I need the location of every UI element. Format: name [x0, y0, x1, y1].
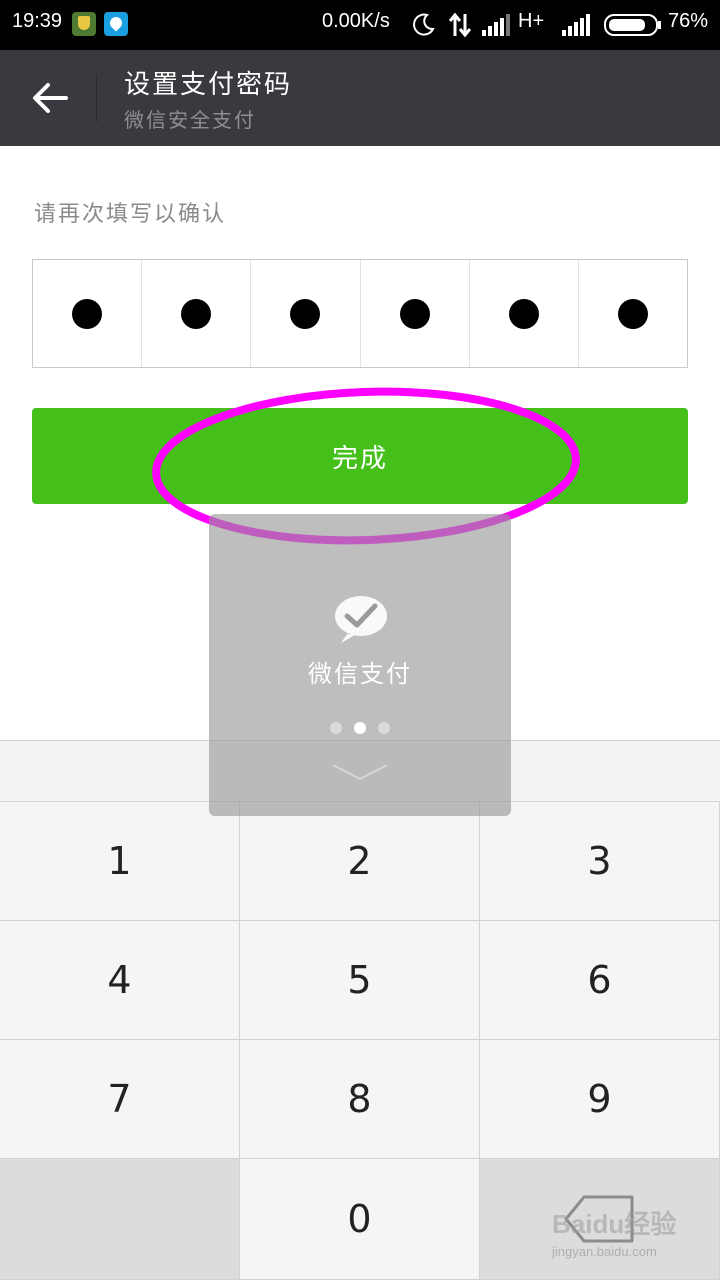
page-dot-active — [354, 722, 366, 734]
key-8[interactable]: 8 — [240, 1040, 480, 1159]
page-dot — [378, 722, 390, 734]
pin-dot — [508, 298, 539, 329]
battery-percent: 76% — [668, 10, 709, 32]
page-title: 设置支付密码 — [124, 70, 293, 100]
pin-dot — [617, 298, 648, 329]
pin-cell — [33, 260, 143, 367]
backspace-icon — [564, 1195, 633, 1243]
confirm-hint: 请再次填写以确认 — [34, 202, 227, 227]
title-bar: 设置支付密码 微信安全支付 — [0, 50, 720, 146]
status-bar: 19:39 0.00K/s H+ 76% — [0, 0, 720, 50]
title-divider — [96, 74, 97, 122]
key-5[interactable]: 5 — [240, 921, 480, 1040]
pin-cell — [361, 260, 470, 367]
key-blank — [0, 1159, 240, 1280]
pin-cell — [251, 260, 361, 367]
moon-icon — [413, 13, 435, 36]
signal-icon — [482, 14, 510, 36]
key-3[interactable]: 3 — [480, 802, 720, 921]
key-9[interactable]: 9 — [480, 1040, 720, 1159]
network-speed: 0.00K/s — [322, 10, 390, 32]
pin-dot — [72, 298, 103, 329]
chevron-down-icon[interactable] — [331, 762, 389, 782]
network-type: H+ — [518, 10, 545, 32]
pin-cell — [579, 260, 687, 367]
wechat-pay-toast: 微信支付 — [209, 514, 511, 816]
key-4[interactable]: 4 — [0, 921, 240, 1040]
back-button[interactable] — [22, 72, 78, 124]
pin-cell — [470, 260, 579, 367]
shield-app-icon — [72, 12, 96, 36]
toast-label: 微信支付 — [308, 660, 412, 688]
key-2[interactable]: 2 — [240, 802, 480, 921]
key-1[interactable]: 1 — [0, 802, 240, 921]
pin-cell — [142, 260, 252, 367]
signal-icon — [562, 14, 590, 36]
battery-icon — [604, 14, 661, 36]
status-time: 19:39 — [12, 10, 63, 32]
key-6[interactable]: 6 — [480, 921, 720, 1040]
data-arrows-icon — [448, 12, 472, 38]
pin-dot — [399, 298, 430, 329]
key-7[interactable]: 7 — [0, 1040, 240, 1159]
page-indicator — [209, 722, 511, 734]
water-drop-app-icon — [104, 12, 128, 36]
pin-input[interactable] — [32, 259, 688, 368]
done-button[interactable]: 完成 — [32, 408, 688, 504]
wechat-pay-logo-icon — [335, 596, 387, 643]
delete-key[interactable] — [480, 1159, 720, 1280]
page-subtitle: 微信安全支付 — [124, 108, 256, 132]
pin-dot — [290, 298, 321, 329]
pin-dot — [181, 298, 212, 329]
number-keypad: 1 2 3 4 5 6 7 8 9 0 — [0, 802, 720, 1280]
key-0[interactable]: 0 — [240, 1159, 480, 1280]
page-dot — [330, 722, 342, 734]
arrow-left-icon — [33, 83, 68, 113]
